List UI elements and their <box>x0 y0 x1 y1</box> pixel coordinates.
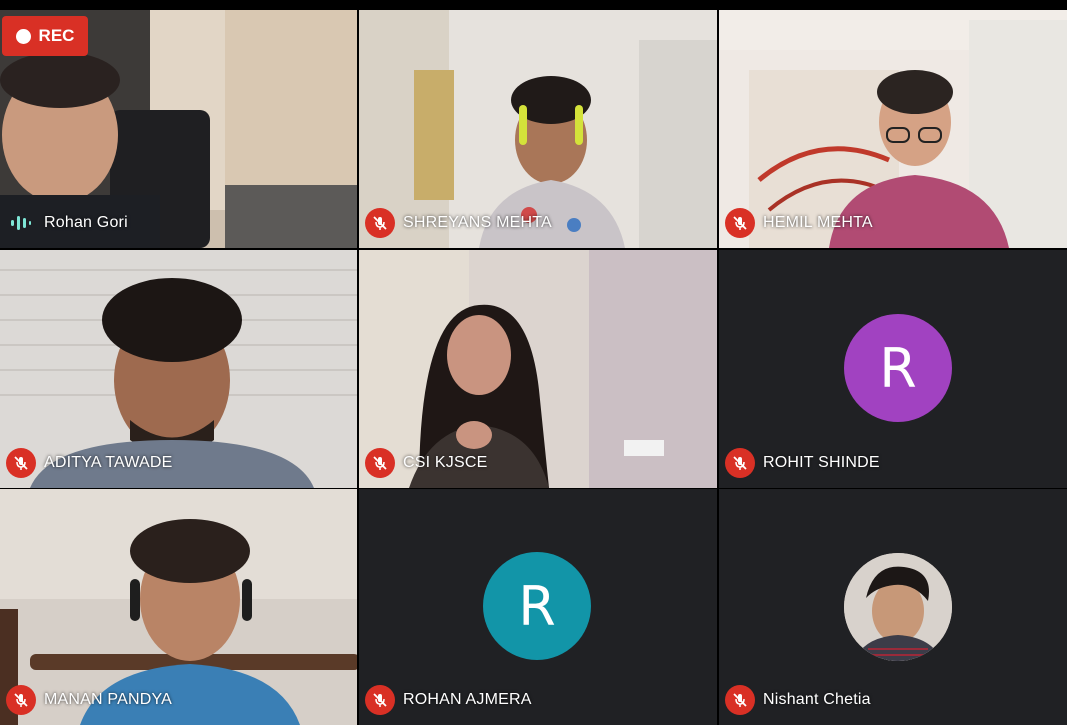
participant-name: Rohan Gori <box>44 214 128 231</box>
participant-name: SHREYANS MEHTA <box>403 214 552 231</box>
participant-avatar: R <box>483 552 591 660</box>
participant-label: Nishant Chetia <box>725 685 871 715</box>
mic-muted-icon <box>6 448 36 478</box>
participant-name: HEMIL MEHTA <box>763 214 873 231</box>
participant-label: ROHIT SHINDE <box>725 448 880 478</box>
participant-label: ROHAN AJMERA <box>365 685 532 715</box>
recording-indicator: REC <box>2 16 88 56</box>
mic-muted-icon <box>365 685 395 715</box>
participant-tile[interactable]: HEMIL MEHTA <box>719 10 1067 248</box>
participant-tile[interactable]: R ROHAN AJMERA <box>359 489 717 725</box>
participant-label: Rohan Gori <box>6 208 128 238</box>
participant-tile[interactable]: ADITYA TAWADE <box>0 250 357 488</box>
participant-label: HEMIL MEHTA <box>725 208 873 238</box>
participant-tile[interactable]: CSI KJSCE <box>359 250 717 488</box>
avatar-letter: R <box>879 336 917 400</box>
participant-grid: Rohan Gori SHREYANS MEHTA HEMIL MEHTA AD… <box>0 10 1067 725</box>
participant-name: ROHIT SHINDE <box>763 454 880 471</box>
mic-muted-icon <box>725 448 755 478</box>
participant-label: ADITYA TAWADE <box>6 448 173 478</box>
participant-label: SHREYANS MEHTA <box>365 208 552 238</box>
speaking-indicator-icon <box>6 208 36 238</box>
mic-muted-icon <box>725 208 755 238</box>
participant-tile[interactable]: SHREYANS MEHTA <box>359 10 717 248</box>
mic-muted-icon <box>365 208 395 238</box>
participant-name: CSI KJSCE <box>403 454 488 471</box>
avatar-letter: R <box>518 574 556 638</box>
mic-muted-icon <box>725 685 755 715</box>
participant-name: MANAN PANDYA <box>44 691 173 708</box>
participant-label: MANAN PANDYA <box>6 685 172 715</box>
participant-tile[interactable]: Nishant Chetia <box>719 489 1067 725</box>
recording-dot-icon <box>15 28 31 44</box>
mic-muted-icon <box>6 685 36 715</box>
recording-label: REC <box>38 26 75 45</box>
mic-muted-icon <box>365 448 395 478</box>
participant-avatar: R <box>844 314 952 422</box>
participant-name: Nishant Chetia <box>763 691 871 708</box>
participant-name: ROHAN AJMERA <box>403 691 532 708</box>
participant-label: CSI KJSCE <box>365 448 488 478</box>
participant-avatar-photo <box>844 553 952 661</box>
participant-tile[interactable]: MANAN PANDYA <box>0 489 357 725</box>
participant-tile[interactable]: R ROHIT SHINDE <box>719 250 1067 488</box>
participant-name: ADITYA TAWADE <box>44 454 173 471</box>
